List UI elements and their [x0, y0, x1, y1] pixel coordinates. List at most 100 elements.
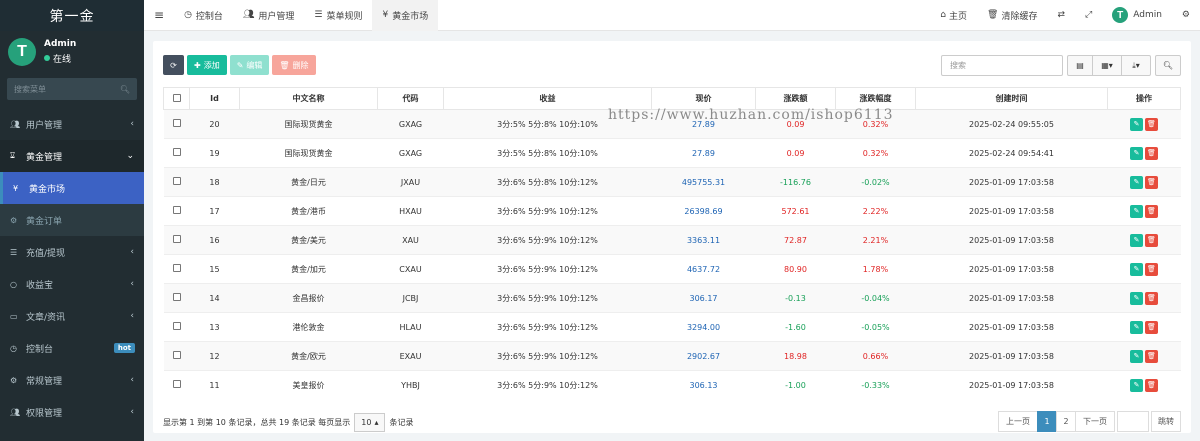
sidebar-item[interactable]: ⚙ 常规管理 ‹: [0, 364, 144, 396]
change-cell: 0.09: [755, 138, 836, 168]
list-icon: ☰: [10, 247, 18, 257]
actions-cell: ✎ 🗑︎: [1107, 109, 1181, 139]
table-row[interactable]: 12 黄金/欧元 EXAU 3分:6% 5分:9% 10分:12% 2902.67 18.…: [163, 341, 1181, 371]
column-header[interactable]: 创建时间: [915, 87, 1108, 110]
brand-logo[interactable]: 第一金: [0, 0, 144, 31]
row-checkbox[interactable]: [172, 293, 181, 301]
time-cell: 2025-01-09 17:03:58: [915, 196, 1108, 226]
price-cell: 4637.72: [651, 254, 756, 284]
delete-row-button[interactable]: 🗑︎: [1145, 233, 1158, 247]
edit-button[interactable]: ✎ 编辑: [229, 55, 270, 75]
delete-row-button[interactable]: 🗑︎: [1145, 146, 1158, 160]
sidebar-item-label: 充值/提现: [26, 248, 66, 259]
page-1-button[interactable]: 1: [1037, 411, 1057, 432]
fullscreen-icon[interactable]: ⤢: [1075, 0, 1102, 31]
row-checkbox[interactable]: [172, 206, 181, 214]
delete-button[interactable]: 🗑︎ 删除: [272, 55, 316, 75]
edit-row-button[interactable]: ✎: [1130, 175, 1143, 189]
sidebar-item[interactable]: 👥︎ 用户管理 ‹: [0, 108, 144, 140]
select-all-checkbox[interactable]: [172, 93, 181, 102]
delete-row-button[interactable]: 🗑︎: [1145, 175, 1158, 189]
column-header[interactable]: 代码: [377, 87, 444, 110]
row-checkbox-cell: [163, 225, 190, 255]
tab-menu-rules[interactable]: ☰ 菜单规则: [304, 0, 372, 31]
table-row[interactable]: 11 美皇报价 YHBJ 3分:6% 5分:9% 10分:12% 306.13 -1.00…: [163, 370, 1181, 400]
clear-cache-button[interactable]: 🗑︎ 清除缓存: [977, 0, 1047, 31]
columns-dropdown[interactable]: ▦▾: [1092, 55, 1122, 76]
search-input[interactable]: 搜索: [941, 55, 1063, 76]
page-size-select[interactable]: 10 ▴: [354, 413, 386, 432]
jump-button[interactable]: 跳转: [1151, 411, 1181, 432]
pct-cell: -0.02%: [835, 167, 916, 197]
delete-row-button[interactable]: 🗑︎: [1145, 378, 1158, 392]
pct-cell: 0.66%: [835, 341, 916, 371]
table-row[interactable]: 15 黄金/加元 CXAU 3分:6% 5分:9% 10分:12% 4637.72 80.…: [163, 254, 1181, 284]
tab-user-management[interactable]: 👥︎ 用户管理: [233, 0, 304, 31]
edit-row-button[interactable]: ✎: [1130, 378, 1143, 392]
table-row[interactable]: 16 黄金/美元 XAU 3分:6% 5分:9% 10分:12% 3363.11 72.8…: [163, 225, 1181, 255]
sidebar-item[interactable]: ¥ 黄金市场: [0, 172, 144, 204]
delete-row-button[interactable]: 🗑︎: [1145, 349, 1158, 363]
refresh-button[interactable]: ⟳: [163, 55, 184, 75]
home-link[interactable]: ⌂ 主页: [930, 0, 977, 31]
id-cell: 18: [189, 167, 240, 197]
sidebar-item[interactable]: ◷ 控制台 hot: [0, 332, 144, 364]
delete-row-button[interactable]: 🗑︎: [1145, 117, 1158, 131]
delete-row-button[interactable]: 🗑︎: [1145, 320, 1158, 334]
row-checkbox[interactable]: [172, 380, 181, 389]
table-row[interactable]: 14 金昌报价 JCBJ 3分:6% 5分:9% 10分:12% 306.17 -0.13…: [163, 283, 1181, 313]
sidebar-item[interactable]: ○ 收益宝 ‹: [0, 268, 144, 300]
edit-row-button[interactable]: ✎: [1130, 291, 1143, 305]
row-checkbox[interactable]: [172, 119, 181, 127]
row-checkbox[interactable]: [172, 235, 181, 243]
toggle-view-button[interactable]: ▤: [1067, 55, 1093, 76]
row-checkbox-cell: [163, 254, 190, 284]
tab-gold-market[interactable]: ¥ 黄金市场: [372, 0, 439, 31]
jump-page-input[interactable]: [1117, 411, 1149, 432]
pct-cell: 0.32%: [835, 138, 916, 168]
profit-cell: 3分:6% 5分:8% 10分:12%: [443, 167, 652, 197]
tab-dashboard[interactable]: ◷ 控制台: [174, 0, 233, 31]
table-row[interactable]: 17 黄金/港币 HXAU 3分:6% 5分:9% 10分:12% 26398.69 57…: [163, 196, 1181, 226]
column-header[interactable]: Id: [189, 87, 240, 110]
page-2-button[interactable]: 2: [1056, 411, 1076, 432]
next-page-button[interactable]: 下一页: [1075, 411, 1115, 432]
admin-menu[interactable]: T Admin: [1102, 0, 1172, 31]
settings-gear-icon[interactable]: ⚙: [1172, 0, 1200, 31]
row-checkbox[interactable]: [172, 148, 181, 156]
edit-row-button[interactable]: ✎: [1130, 233, 1143, 247]
sidebar-item[interactable]: ⌛︎ 黄金管理 ⌄: [0, 140, 144, 172]
edit-row-button[interactable]: ✎: [1130, 262, 1143, 276]
delete-row-button[interactable]: 🗑︎: [1145, 262, 1158, 276]
column-header[interactable]: 中文名称: [239, 87, 378, 110]
edit-row-button[interactable]: ✎: [1130, 320, 1143, 334]
table-row[interactable]: 18 黄金/日元 JXAU 3分:6% 5分:8% 10分:12% 495755.31-…: [163, 167, 1181, 197]
advanced-search-button[interactable]: 🔍︎: [1155, 55, 1181, 76]
row-checkbox[interactable]: [172, 351, 181, 359]
prev-page-button[interactable]: 上一页: [998, 411, 1038, 432]
add-button[interactable]: ✚ 添加: [187, 55, 227, 75]
menu-toggle-icon[interactable]: ≡: [144, 0, 174, 31]
edit-row-button[interactable]: ✎: [1130, 349, 1143, 363]
sidebar-item[interactable]: ☰ 充值/提现 ‹: [0, 236, 144, 268]
delete-row-button[interactable]: 🗑︎: [1145, 291, 1158, 305]
profit-cell: 3分:6% 5分:9% 10分:12%: [443, 225, 652, 255]
row-checkbox[interactable]: [172, 264, 181, 272]
translate-icon[interactable]: ⇄: [1047, 0, 1075, 31]
sidebar-search-input[interactable]: 搜索菜单 🔍︎: [7, 78, 137, 100]
edit-row-button[interactable]: ✎: [1130, 146, 1143, 160]
edit-row-button[interactable]: ✎: [1130, 204, 1143, 218]
export-dropdown[interactable]: ⤓▾: [1121, 55, 1151, 76]
edit-row-button[interactable]: ✎: [1130, 117, 1143, 131]
sidebar-item[interactable]: 👥︎ 权限管理 ‹: [0, 396, 144, 428]
row-checkbox[interactable]: [172, 322, 181, 330]
table-row[interactable]: 13 港伦敦金 HLAU 3分:6% 5分:9% 10分:12% 3294.00 -1.6…: [163, 312, 1181, 342]
actions-cell: ✎ 🗑︎: [1107, 312, 1181, 342]
delete-row-button[interactable]: 🗑︎: [1145, 204, 1158, 218]
sidebar-item[interactable]: ▭ 文章/资讯 ‹: [0, 300, 144, 332]
sidebar-item[interactable]: ⚙ 黄金订单: [0, 204, 144, 236]
search-icon[interactable]: 🔍︎: [120, 85, 130, 94]
row-checkbox[interactable]: [172, 177, 181, 185]
profit-cell: 3分:6% 5分:9% 10分:12%: [443, 254, 652, 284]
table-row[interactable]: 19 国际现货黄金 GXAG 3分:5% 5分:8% 10分:10% 27.89 0.09…: [163, 138, 1181, 168]
